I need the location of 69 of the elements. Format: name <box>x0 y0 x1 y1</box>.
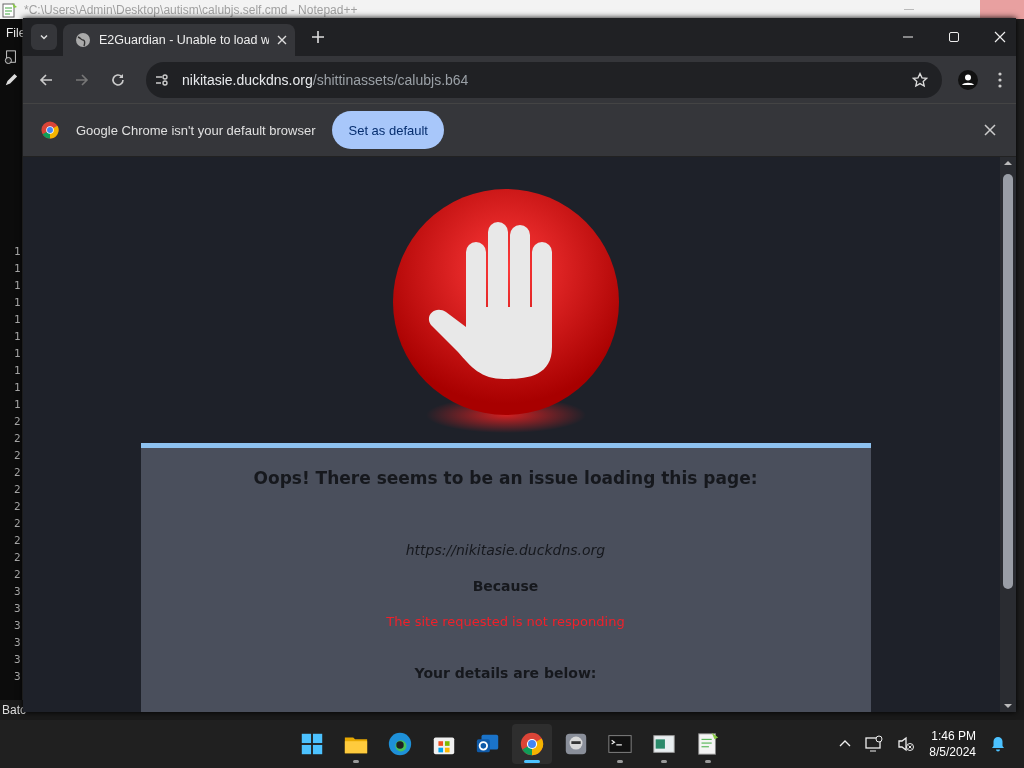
line-number: 3 <box>14 584 22 600</box>
line-number: 2 <box>14 414 22 430</box>
details-heading: Your details are below: <box>414 665 597 681</box>
line-number: 2 <box>14 550 22 566</box>
line-number: 1 <box>14 295 22 311</box>
globe-icon <box>75 32 91 48</box>
profile-icon[interactable] <box>958 69 978 90</box>
line-number: 2 <box>14 499 22 515</box>
line-number: 1 <box>14 363 22 379</box>
chrome-logo-icon <box>41 121 59 139</box>
line-number: 1 <box>14 380 22 396</box>
line-number: 3 <box>14 652 22 668</box>
pencil-icon[interactable] <box>4 73 18 87</box>
line-number: 1 <box>14 244 22 260</box>
line-number: 1 <box>14 261 22 277</box>
star-icon[interactable] <box>912 71 928 88</box>
blocked-url: https://nikitasie.duckdns.org <box>405 542 606 558</box>
clock[interactable]: 1:46 PM 8/5/2024 <box>929 728 976 760</box>
line-number: 1 <box>14 329 22 345</box>
line-number: 3 <box>14 618 22 634</box>
chrome-browser-icon[interactable] <box>519 731 545 757</box>
set-default-button[interactable]: Set as default <box>332 111 444 149</box>
error-heading: Oops! There seems to be an issue loading this page: <box>253 468 758 488</box>
running-indicator <box>617 760 623 763</box>
running-indicator <box>661 760 667 763</box>
windows-logo-icon[interactable] <box>299 731 325 757</box>
running-indicator <box>524 760 540 763</box>
url-text: nikitasie.duckdns.org/shittinassets/calubjs.b64 <box>182 71 469 88</box>
maximize-icon[interactable] <box>948 31 960 43</box>
bell-icon[interactable] <box>990 736 1006 752</box>
network-icon[interactable] <box>865 735 884 753</box>
close-tab-icon[interactable] <box>277 35 287 45</box>
close-icon[interactable] <box>984 124 996 136</box>
line-number: 2 <box>14 431 22 447</box>
line-number: 2 <box>14 448 22 464</box>
close-button[interactable] <box>980 0 1024 19</box>
menu-icon[interactable] <box>998 71 1002 88</box>
window-title: *C:\Users\Admin\Desktop\autism\calubjs.self.cmd - Notepad++ <box>24 2 358 17</box>
muted-speaker-icon[interactable] <box>897 735 916 753</box>
line-number: 1 <box>14 278 22 294</box>
scroll-down-icon[interactable] <box>1003 703 1013 709</box>
site-settings-icon[interactable] <box>154 71 170 88</box>
status-text: Batc <box>2 703 26 717</box>
line-number: 2 <box>14 482 22 498</box>
line-number: 3 <box>14 601 22 617</box>
line-number: 3 <box>14 669 22 685</box>
scroll-up-icon[interactable] <box>1003 160 1013 166</box>
line-number: 1 <box>14 346 22 362</box>
notepad-icon[interactable] <box>695 731 721 757</box>
running-indicator <box>705 760 711 763</box>
forward-icon[interactable] <box>74 71 90 88</box>
new-tab-icon[interactable] <box>311 30 325 44</box>
back-icon[interactable] <box>38 71 54 88</box>
infobar-message: Google Chrome isn't your default browser <box>76 122 316 138</box>
line-number: 2 <box>14 516 22 532</box>
line-number: 3 <box>14 635 22 651</box>
line-number: 1 <box>14 397 22 413</box>
scrollbar[interactable] <box>1000 157 1016 712</box>
error-reason: The site requested is not responding <box>386 614 625 629</box>
line-number: 2 <box>14 533 22 549</box>
line-number: 1 <box>14 312 22 328</box>
address-bar[interactable]: nikitasie.duckdns.org/shittinassets/calubjs.b64 <box>146 61 942 98</box>
reload-icon[interactable] <box>110 71 126 88</box>
taskbar-button[interactable] <box>512 724 552 764</box>
running-indicator <box>353 760 359 763</box>
new-file-icon[interactable] <box>4 50 18 64</box>
line-number: 2 <box>14 567 22 583</box>
line-number: 2 <box>14 465 22 481</box>
because-label: Because <box>472 578 539 594</box>
